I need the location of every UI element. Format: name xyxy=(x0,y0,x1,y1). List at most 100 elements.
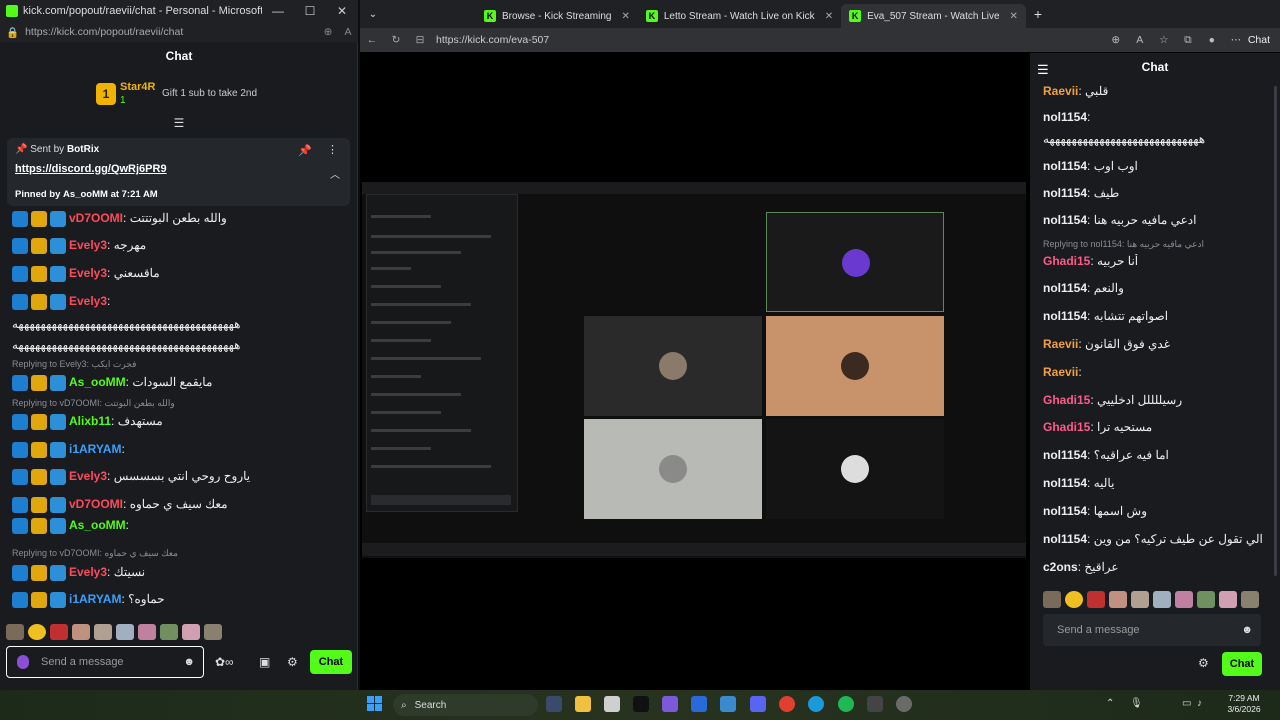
reply-reference[interactable]: Replying to nol1154: ادعي مافيه حربيه هن… xyxy=(1043,239,1204,250)
emoji-icon[interactable]: ☻ xyxy=(183,656,195,668)
chat-username[interactable]: As_ooMM xyxy=(69,518,126,532)
chat-username[interactable]: Evely3 xyxy=(69,469,107,483)
emote-10[interactable] xyxy=(204,624,222,640)
emote-7[interactable] xyxy=(138,624,156,640)
emote-1[interactable] xyxy=(6,624,24,640)
unpin-icon[interactable]: 📌 xyxy=(298,144,312,157)
collapse-icon[interactable]: ☰ xyxy=(171,116,187,130)
tab-actions-icon[interactable]: ⌄ xyxy=(360,9,386,20)
gift-hint[interactable]: Gift 1 sub to take 2nd xyxy=(162,88,257,99)
emote-9[interactable] xyxy=(182,624,200,640)
read-aloud-icon[interactable]: A xyxy=(338,26,358,38)
left-chat-button[interactable]: Chat xyxy=(310,650,352,674)
emote-3[interactable] xyxy=(1087,591,1105,608)
chat-username[interactable]: i1ARYAM xyxy=(69,592,121,606)
gift-icon[interactable]: ▣ xyxy=(259,655,270,669)
emote-10[interactable] xyxy=(1241,591,1259,608)
emote-7[interactable] xyxy=(1175,591,1193,608)
terminal-icon[interactable] xyxy=(867,696,883,712)
emote-5[interactable] xyxy=(94,624,112,640)
taskbar-search[interactable]: ⌕ Search xyxy=(393,694,538,716)
chrome-icon[interactable] xyxy=(779,696,795,712)
bits-icon[interactable]: ✿∞ xyxy=(215,655,234,669)
right-chat-button[interactable]: Chat xyxy=(1222,652,1262,676)
chat-username[interactable]: nol1154 xyxy=(1043,186,1087,200)
site-info-icon[interactable]: ⊟ xyxy=(408,34,432,46)
left-address-bar[interactable]: 🔒 https://kick.com/popout/raevii/chat ⊕ … xyxy=(0,22,358,42)
emote-4[interactable] xyxy=(72,624,90,640)
chat-username[interactable]: Raevii xyxy=(1043,337,1078,351)
emote-6[interactable] xyxy=(116,624,134,640)
chat-username[interactable]: nol1154 xyxy=(1043,159,1087,173)
right-message-input[interactable]: Send a message ☻ xyxy=(1043,614,1261,646)
obs-icon[interactable] xyxy=(896,696,912,712)
chat-username[interactable]: nol1154 xyxy=(1043,281,1087,295)
emote-9[interactable] xyxy=(1219,591,1237,608)
zoom-icon[interactable]: ⊕ xyxy=(318,26,338,38)
tiktok-icon[interactable] xyxy=(633,696,649,712)
settings-gear-icon[interactable]: ⚙ xyxy=(287,655,298,669)
tab-close-icon[interactable]: ✕ xyxy=(621,11,629,22)
edge-icon[interactable] xyxy=(808,696,824,712)
profile-avatar-icon[interactable]: ● xyxy=(1200,34,1224,46)
chat-username[interactable]: nol1154 xyxy=(1043,504,1087,518)
chat-username[interactable]: As_ooMM xyxy=(69,375,126,389)
taskbar-clock[interactable]: 7:29 AM 3/6/2026 xyxy=(1214,693,1274,715)
reply-reference[interactable]: Replying to Evely3: فجرت ايكب xyxy=(12,359,136,370)
chat-username[interactable]: Ghadi15 xyxy=(1043,393,1090,407)
tab-browse[interactable]: K Browse - Kick Streaming ✕ xyxy=(476,4,638,28)
gifter-name[interactable]: Star4R xyxy=(120,81,155,93)
task-view-icon[interactable] xyxy=(546,696,562,712)
chat-username[interactable]: Raevii xyxy=(1043,84,1078,98)
store-icon[interactable] xyxy=(604,696,620,712)
close-button[interactable]: ✕ xyxy=(326,4,358,18)
tab-close-icon[interactable]: ✕ xyxy=(1010,11,1018,22)
volume-icon[interactable]: ♪ xyxy=(1197,698,1202,709)
left-input-placeholder[interactable]: Send a message xyxy=(41,656,183,668)
app-icon[interactable] xyxy=(691,696,707,712)
emote-5[interactable] xyxy=(1131,591,1149,608)
tab-letto[interactable]: K Letto Stream - Watch Live on Kick ✕ xyxy=(638,4,841,28)
pinned-link[interactable]: https://discord.gg/QwRj6PR9 xyxy=(15,163,167,175)
emote-8[interactable] xyxy=(1197,591,1215,608)
chat-username[interactable]: Evely3 xyxy=(69,294,107,308)
maximize-button[interactable]: ☐ xyxy=(294,4,326,18)
favorite-star-icon[interactable]: ☆ xyxy=(1152,34,1176,46)
mic-tray-icon[interactable]: 🎙 xyxy=(1130,698,1143,709)
emote-3[interactable] xyxy=(50,624,68,640)
right-input-placeholder[interactable]: Send a message xyxy=(1057,624,1241,636)
mic-icon[interactable] xyxy=(17,655,29,669)
chat-username[interactable]: vD7OOMI xyxy=(69,211,123,225)
chat-username[interactable]: nol1154 xyxy=(1043,476,1087,490)
chevron-up-icon[interactable]: ︿ xyxy=(330,166,340,181)
copilot-icon[interactable] xyxy=(662,696,678,712)
chat-username[interactable]: nol1154 xyxy=(1043,532,1087,546)
chat-username[interactable]: nol1154 xyxy=(1043,309,1087,323)
read-aloud-icon[interactable]: A xyxy=(1128,34,1152,46)
network-icon[interactable]: ▭ xyxy=(1182,698,1191,709)
notepad-icon[interactable] xyxy=(720,696,736,712)
chat-username[interactable]: Ghadi15 xyxy=(1043,420,1090,434)
new-tab-icon[interactable]: + xyxy=(1026,6,1050,22)
sent-by-user[interactable]: BotRix xyxy=(67,144,99,155)
tab-close-icon[interactable]: ✕ xyxy=(825,11,833,22)
emote-2[interactable] xyxy=(1065,591,1083,608)
emoji-icon[interactable]: ☻ xyxy=(1241,624,1253,636)
pinned-by-user[interactable]: As_ooMM xyxy=(63,189,108,200)
emote-1[interactable] xyxy=(1043,591,1061,608)
chat-username[interactable]: i1ARYAM xyxy=(69,442,121,456)
spotify-icon[interactable] xyxy=(838,696,854,712)
url-field[interactable]: https://kick.com/eva-507 xyxy=(432,34,1104,46)
chat-username[interactable]: nol1154 xyxy=(1043,448,1087,462)
chat-username[interactable]: Ghadi15 xyxy=(1043,254,1090,268)
more-menu-icon[interactable]: ⋮ xyxy=(327,143,338,156)
reply-reference[interactable]: Replying to vD7OOMI: والله بطعن البوتتت xyxy=(12,398,175,409)
start-button-icon[interactable] xyxy=(367,696,383,712)
emote-2[interactable] xyxy=(28,624,46,640)
back-icon[interactable]: ← xyxy=(360,34,384,46)
settings-gear-icon[interactable]: ⚙ xyxy=(1198,656,1209,670)
minimize-button[interactable]: — xyxy=(262,4,294,18)
left-message-input[interactable]: Send a message ☻ xyxy=(6,646,204,678)
emote-4[interactable] xyxy=(1109,591,1127,608)
reply-reference[interactable]: Replying to vD7OOMI: معك سيف ي حماوه xyxy=(12,548,178,559)
